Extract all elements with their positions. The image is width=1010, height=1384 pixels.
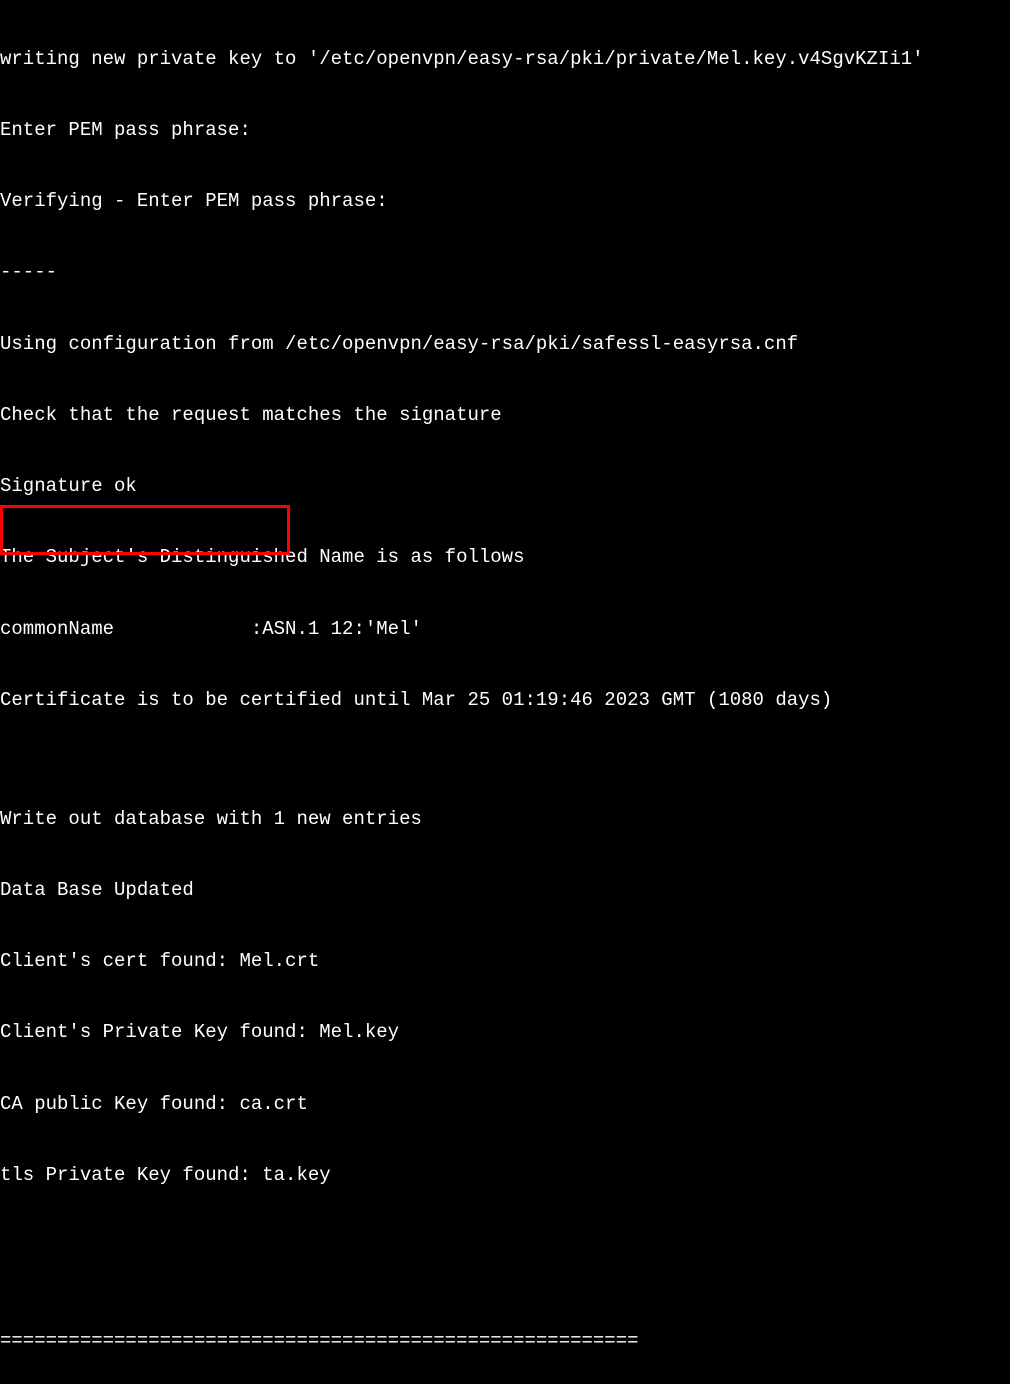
output-line: Data Base Updated [0, 879, 1010, 903]
output-line: tls Private Key found: ta.key [0, 1164, 1010, 1188]
output-line: Client's Private Key found: Mel.key [0, 1021, 1010, 1045]
output-line: commonName :ASN.1 12:'Mel' [0, 618, 1010, 642]
output-line: CA public Key found: ca.crt [0, 1093, 1010, 1117]
output-line: Signature ok [0, 475, 1010, 499]
output-line: Enter PEM pass phrase: [0, 119, 1010, 143]
output-line: ========================================… [0, 1330, 1010, 1354]
output-line: Check that the request matches the signa… [0, 404, 1010, 428]
output-line: Verifying - Enter PEM pass phrase: [0, 190, 1010, 214]
output-line: The Subject's Distinguished Name is as f… [0, 546, 1010, 570]
output-line: ----- [0, 261, 1010, 285]
terminal-output[interactable]: writing new private key to '/etc/openvpn… [0, 0, 1010, 1384]
output-line: writing new private key to '/etc/openvpn… [0, 48, 1010, 72]
output-line: Client's cert found: Mel.crt [0, 950, 1010, 974]
output-line: Write out database with 1 new entries [0, 808, 1010, 832]
output-line: Certificate is to be certified until Mar… [0, 689, 1010, 713]
output-line: Using configuration from /etc/openvpn/ea… [0, 333, 1010, 357]
